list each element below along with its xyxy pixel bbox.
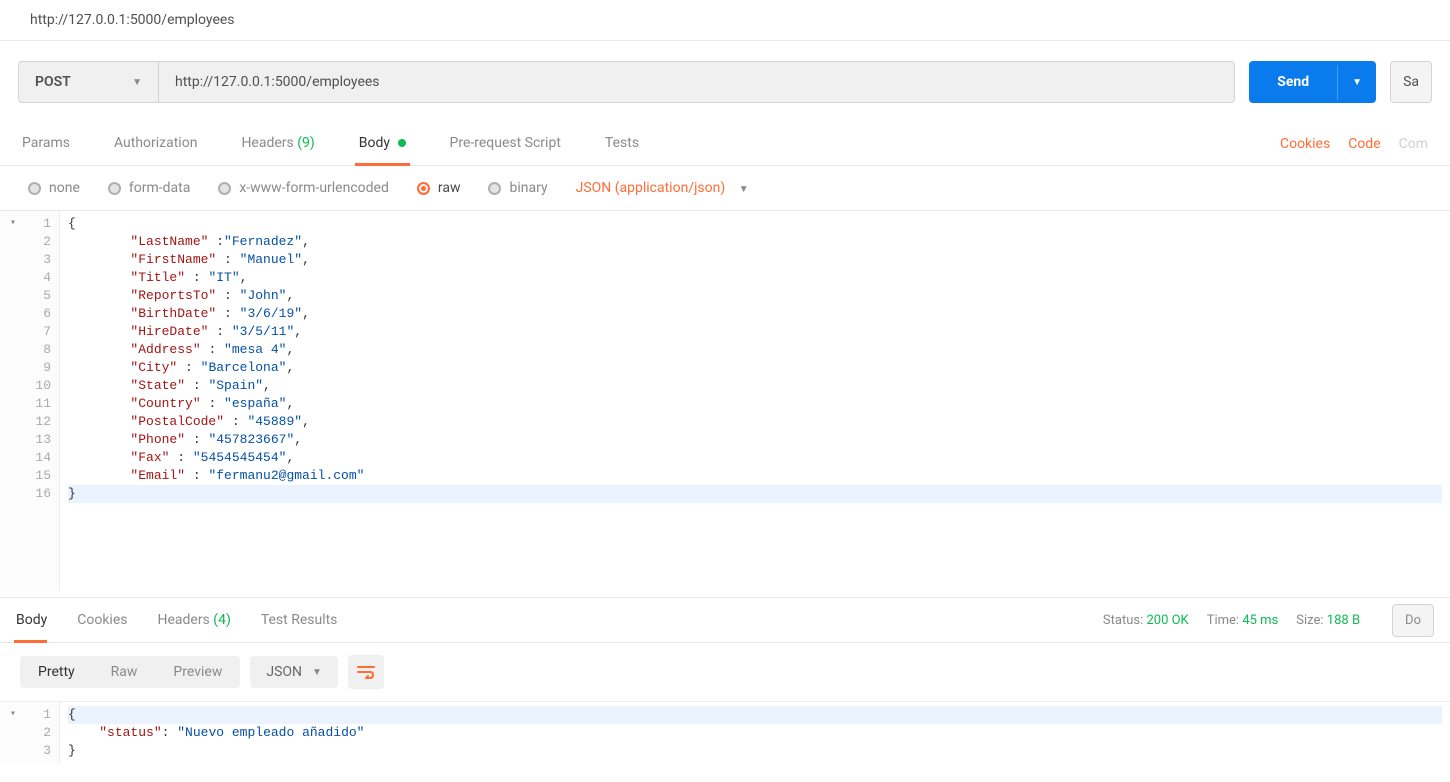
tab-tests[interactable]: Tests: [605, 123, 661, 165]
radio-icon: [488, 182, 501, 195]
response-tab-headers-count: (4): [213, 612, 231, 628]
view-raw[interactable]: Raw: [93, 656, 156, 688]
request-bar: POST ▼ http://127.0.0.1:5000/employees S…: [0, 41, 1450, 123]
tab-body-label: Body: [359, 135, 390, 151]
response-tab-headers-label: Headers: [157, 612, 209, 628]
response-tab-body[interactable]: Body: [16, 598, 61, 642]
response-tab-testresults[interactable]: Test Results: [261, 598, 352, 642]
radio-icon: [417, 182, 430, 195]
tab-prerequest[interactable]: Pre-request Script: [450, 123, 583, 165]
response-tab-cookies[interactable]: Cookies: [77, 598, 141, 642]
content-type-select[interactable]: JSON (application/json) ▼: [576, 180, 749, 196]
radio-icon: [218, 182, 231, 195]
size-value: 188 B: [1327, 613, 1360, 628]
chevron-down-icon: ▼: [312, 667, 322, 678]
chevron-down-icon: ▼: [739, 184, 749, 195]
response-body-editor[interactable]: 123 { "status": "Nuevo empleado añadido"…: [0, 701, 1450, 764]
tab-headers-label: Headers: [241, 135, 293, 151]
method-label: POST: [35, 74, 71, 90]
send-label: Send: [1249, 62, 1337, 102]
response-tabs: Body Cookies Headers (4) Test Results St…: [0, 597, 1450, 643]
request-body-editor[interactable]: 12345678910111213141516 { "LastName" :"F…: [0, 211, 1450, 591]
send-dropdown-icon[interactable]: ▼: [1337, 65, 1376, 100]
code-link[interactable]: Code: [1348, 136, 1380, 152]
request-tabs: Params Authorization Headers (9) Body Pr…: [0, 123, 1450, 166]
body-type-row: none form-data x-www-form-urlencoded raw…: [0, 166, 1450, 211]
editor-code[interactable]: { "LastName" :"Fernadez", "FirstName" : …: [60, 211, 1450, 591]
method-select[interactable]: POST ▼: [18, 61, 158, 103]
cookies-link[interactable]: Cookies: [1280, 136, 1330, 152]
tab-authorization[interactable]: Authorization: [114, 123, 219, 165]
radio-icon: [28, 182, 41, 195]
body-type-none[interactable]: none: [28, 180, 80, 196]
wrap-lines-icon[interactable]: [348, 655, 384, 689]
view-mode-segment: Pretty Raw Preview: [20, 656, 240, 688]
request-title: http://127.0.0.1:5000/employees: [0, 0, 1450, 41]
modified-dot-icon: [398, 139, 406, 147]
body-type-urlencoded[interactable]: x-www-form-urlencoded: [218, 180, 389, 196]
editor-gutter: 12345678910111213141516: [0, 211, 60, 591]
status-value: 200 OK: [1146, 613, 1188, 628]
url-input[interactable]: http://127.0.0.1:5000/employees: [158, 61, 1235, 103]
time-value: 45 ms: [1242, 613, 1278, 628]
editor-code: { "status": "Nuevo empleado añadido"}: [60, 702, 1450, 764]
response-status-area: Status: 200 OK Time: 45 ms Size: 188 B D…: [1103, 604, 1434, 637]
format-label: JSON: [266, 664, 302, 680]
send-button[interactable]: Send ▼: [1249, 61, 1376, 103]
response-tab-headers[interactable]: Headers (4): [157, 598, 244, 642]
tab-headers[interactable]: Headers (9): [241, 123, 336, 165]
editor-gutter: 123: [0, 702, 60, 764]
comments-link[interactable]: Com: [1399, 136, 1428, 152]
view-preview[interactable]: Preview: [155, 656, 240, 688]
content-type-label: JSON (application/json): [576, 180, 726, 196]
body-type-raw[interactable]: raw: [417, 180, 461, 196]
save-button[interactable]: Sa: [1390, 61, 1432, 103]
download-button[interactable]: Do: [1392, 604, 1434, 637]
view-pretty[interactable]: Pretty: [20, 656, 93, 688]
chevron-down-icon: ▼: [132, 77, 142, 88]
body-type-binary[interactable]: binary: [488, 180, 547, 196]
tab-params[interactable]: Params: [22, 123, 92, 165]
tab-body[interactable]: Body: [359, 123, 428, 165]
radio-icon: [108, 182, 121, 195]
tab-headers-count: (9): [297, 135, 315, 151]
body-type-formdata[interactable]: form-data: [108, 180, 190, 196]
response-view-row: Pretty Raw Preview JSON ▼: [0, 643, 1450, 701]
format-select[interactable]: JSON ▼: [250, 656, 338, 688]
